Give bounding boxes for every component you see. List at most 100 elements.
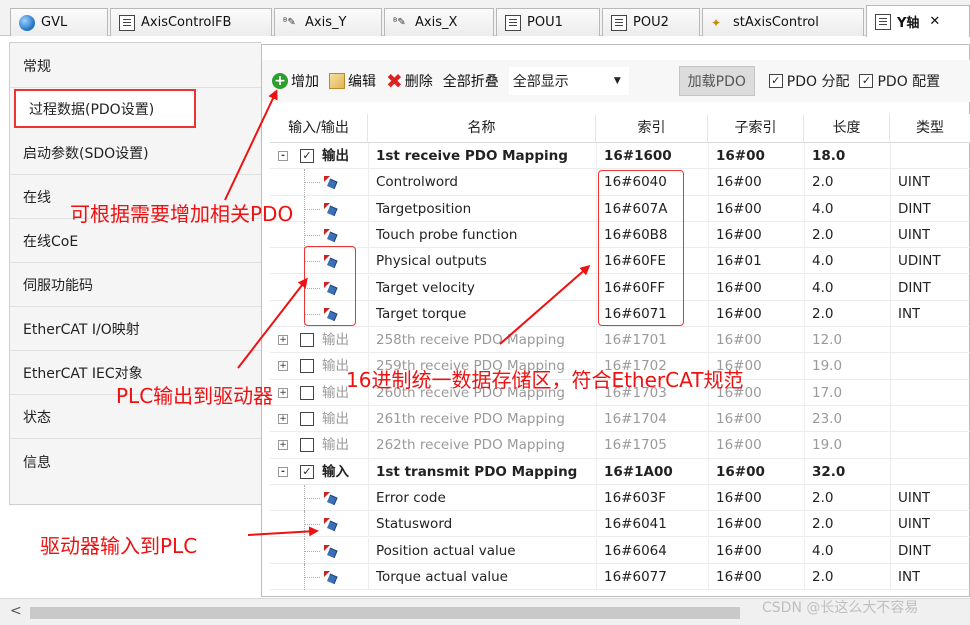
add-button[interactable]: + 增加 [272, 71, 319, 91]
pdo-subindex: 16#00 [716, 437, 762, 454]
column-divider [708, 274, 709, 301]
tab-label: Axis_Y [305, 15, 347, 30]
column-divider [804, 511, 805, 538]
expand-icon[interactable]: + [278, 387, 288, 398]
pdo-enable-checkbox[interactable]: ✓ [300, 149, 314, 163]
pdo-name: Targetposition [376, 200, 472, 217]
column-divider [804, 300, 805, 327]
sidebar-item-ethercat-io-mapping[interactable]: EtherCAT I/O映射 [10, 308, 262, 351]
sidebar-item-servo-function-codes[interactable]: 伺服功能码 [10, 264, 262, 307]
column-header-name[interactable]: 名称 [368, 114, 596, 143]
pdo-name: Physical outputs [376, 253, 487, 270]
column-divider [890, 143, 891, 169]
tree-line [304, 497, 320, 499]
pdo-name: Target torque [376, 305, 467, 322]
pdo-type: INT [898, 568, 921, 585]
io-direction: 输出 [322, 437, 349, 454]
pdo-type: DINT [898, 542, 931, 559]
pdo-enable-checkbox[interactable] [300, 438, 314, 453]
close-icon[interactable]: ✕ [929, 14, 940, 29]
tab-pou1[interactable]: POU1 [496, 8, 600, 36]
sidebar-item-label: 伺服功能码 [23, 278, 93, 294]
tab-y-axis[interactable]: Y轴 ✕ [866, 5, 970, 37]
annotation-plc-to-drive: PLC输出到驱动器 [116, 384, 274, 408]
sidebar-item-info[interactable]: 信息 [10, 440, 262, 483]
column-divider [368, 458, 369, 485]
column-header-type[interactable]: 类型 [890, 114, 970, 143]
table-row[interactable]: + 输出 258th receive PDO Mapping 16#1701 16#00… [270, 327, 970, 354]
tree-line [304, 576, 320, 578]
pdo-enable-checkbox[interactable] [300, 412, 314, 426]
delete-button[interactable]: ✖ 删除 [386, 71, 433, 91]
table-row[interactable]: Statusword 16#6041 16#00 2.0 UINT [270, 511, 970, 538]
tab-pou2[interactable]: POU2 [602, 8, 700, 36]
sidebar-item-startup-params[interactable]: 启动参数(SDO设置) [10, 132, 262, 175]
column-divider [596, 274, 597, 301]
display-filter-select[interactable]: 全部显示 ▼ [508, 67, 629, 95]
table-row[interactable]: Torque actual value 16#6077 16#00 2.0 INT [270, 563, 970, 590]
tab-axiscontrolfb[interactable]: AxisControlFB [110, 8, 272, 36]
tab-axis-x[interactable]: ᴮ✎ Axis_X [384, 8, 494, 36]
pdo-config-checkbox[interactable]: ✓ PDO 配置 [859, 71, 940, 91]
editor-tab-bar: GVL AxisControlFB ᴮ✎ Axis_Y ᴮ✎ Axis_X PO… [0, 0, 970, 37]
column-divider [368, 537, 369, 564]
mapping-entry-icon [324, 570, 338, 584]
pdo-length: 19.0 [812, 358, 843, 375]
pdo-length: 2.0 [812, 226, 834, 243]
tab-gvl[interactable]: GVL [10, 8, 108, 36]
tab-staxiscontrol[interactable]: ✦ stAxisControl [702, 8, 864, 36]
pdo-enable-checkbox[interactable] [300, 359, 314, 374]
table-row[interactable]: + 输出 262th receive PDO Mapping 16#1705 16#00… [270, 432, 970, 459]
table-row[interactable]: - ✓ 输入 1st transmit PDO Mapping 16#1A00 16#00… [270, 458, 970, 485]
column-header-length[interactable]: 长度 [804, 114, 890, 143]
column-header-index[interactable]: 索引 [596, 114, 708, 143]
column-divider [368, 563, 369, 590]
expand-icon[interactable]: + [278, 335, 288, 346]
scrollbar-thumb[interactable] [30, 607, 740, 619]
column-header-subindex[interactable]: 子索引 [708, 114, 804, 143]
table-row[interactable]: + 输出 261th receive PDO Mapping 16#1704 16#00… [270, 406, 970, 433]
column-header-io[interactable]: 输入/输出 [270, 114, 368, 143]
pdo-enable-checkbox[interactable] [300, 385, 314, 400]
pdo-type: UDINT [898, 253, 941, 270]
sidebar-item-process-data[interactable]: 过程数据(PDO设置) [14, 89, 196, 128]
pdo-name: Controlword [376, 174, 458, 191]
pdo-length: 2.0 [812, 305, 834, 322]
column-divider [596, 327, 597, 354]
pdo-name: 261th receive PDO Mapping [376, 411, 565, 427]
pdo-enable-checkbox[interactable] [300, 333, 314, 348]
column-divider [890, 248, 891, 275]
pdo-assign-checkbox[interactable]: ✓ PDO 分配 [768, 71, 850, 91]
column-divider [804, 327, 805, 354]
collapse-icon[interactable]: - [278, 466, 288, 477]
tab-axis-y[interactable]: ᴮ✎ Axis_Y [274, 8, 382, 36]
expand-icon[interactable]: + [278, 414, 288, 424]
pdo-length: 4.0 [812, 253, 834, 270]
column-divider [596, 300, 597, 327]
expand-icon[interactable]: + [278, 361, 288, 372]
table-row[interactable]: - ✓ 输出 1st receive PDO Mapping 16#1600 16#00 1… [270, 143, 970, 170]
pdo-enable-checkbox[interactable]: ✓ [300, 464, 314, 479]
pdo-subindex: 16#00 [716, 200, 762, 217]
pdo-index: 16#1701 [604, 332, 667, 349]
pdo-type: INT [898, 305, 921, 322]
edit-button[interactable]: 编辑 [329, 71, 376, 91]
scroll-left-icon[interactable]: < [10, 603, 22, 619]
pdo-assign-label: PDO 分配 [786, 74, 850, 90]
table-row[interactable]: Position actual value 16#6064 16#00 4.0 DINT [270, 537, 970, 564]
collapse-all-button[interactable]: 全部折叠 [443, 71, 499, 91]
column-divider [804, 274, 805, 301]
sidebar-item-general[interactable]: 常规 [10, 45, 262, 88]
expand-icon[interactable]: + [278, 440, 288, 451]
pdo-name: Target velocity [376, 279, 475, 296]
table-header: 输入/输出 名称 索引 子索引 长度 类型 [270, 114, 970, 143]
io-direction: 输入 [322, 463, 349, 480]
table-row[interactable]: Error code 16#603F 16#00 2.0 UINT [270, 484, 970, 512]
load-pdo-button[interactable]: 加载PDO [678, 66, 755, 96]
annotation-hex-storage: 16进制统一数据存储区，符合EtherCAT规范 [346, 368, 744, 392]
pdo-length: 4.0 [812, 542, 834, 559]
pdo-name: Statusword [376, 516, 453, 533]
collapse-icon[interactable]: - [278, 151, 288, 161]
column-divider [596, 143, 597, 169]
sidebar-item-label: EtherCAT I/O映射 [23, 322, 140, 338]
